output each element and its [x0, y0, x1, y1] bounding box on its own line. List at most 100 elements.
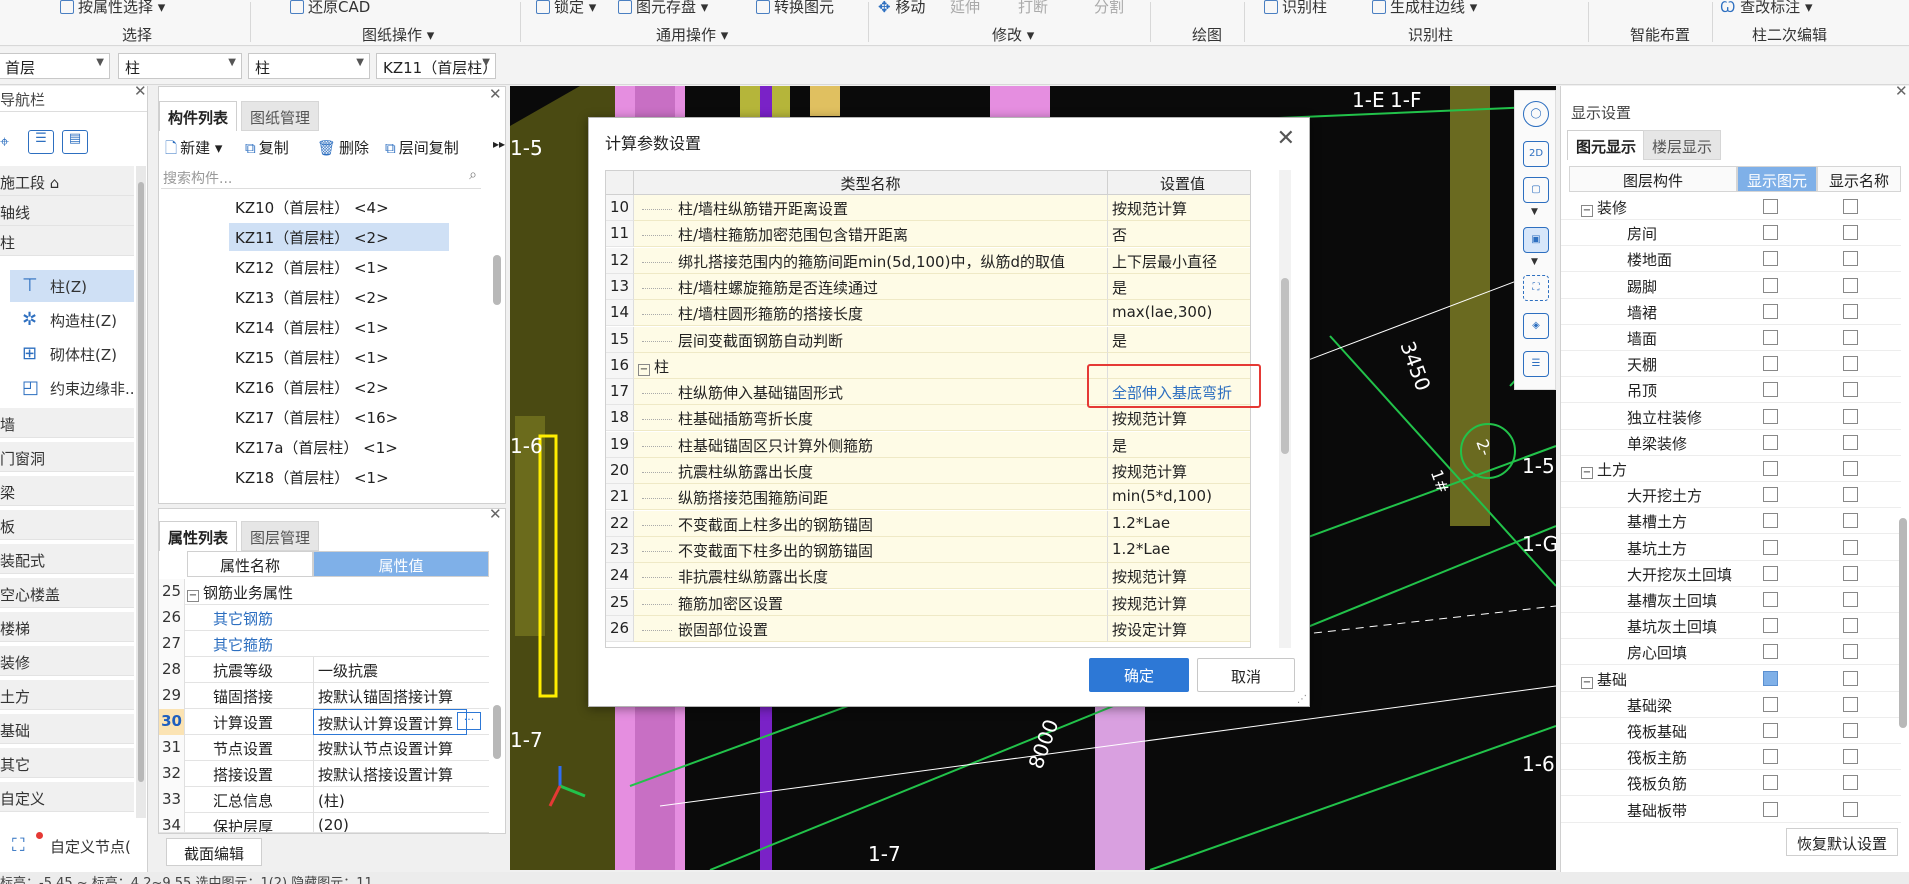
- subtype-select[interactable]: 柱 ▼: [248, 53, 370, 79]
- search-input[interactable]: 搜索构件... ⌕: [161, 165, 481, 189]
- show-name-checkbox[interactable]: [1843, 513, 1858, 529]
- ellipsis-button[interactable]: ···: [457, 712, 481, 730]
- split-button[interactable]: 分割: [1094, 0, 1124, 17]
- row-setting-value[interactable]: 上下层最小直径: [1108, 247, 1250, 274]
- nav-item-foundation[interactable]: 基础: [0, 714, 134, 744]
- show-element-checkbox[interactable]: [1763, 199, 1778, 214]
- show-name-checkbox[interactable]: [1843, 251, 1858, 267]
- tab-floor-display[interactable]: 楼层显示: [1643, 130, 1722, 160]
- row-setting-value[interactable]: 按规范计算: [1108, 405, 1250, 432]
- table-row[interactable]: 31 节点设置 按默认节点设置计算: [159, 735, 489, 761]
- list-item[interactable]: 踢脚: [1561, 273, 1901, 299]
- list-item[interactable]: 大开挖土方: [1561, 482, 1901, 509]
- show-element-checkbox[interactable]: [1763, 356, 1778, 372]
- nav-item-slab[interactable]: 板: [0, 510, 134, 540]
- list-item[interactable]: KZ17a（首层柱） <1>: [229, 433, 449, 461]
- copy-button[interactable]: ⧉ 复制: [245, 137, 289, 158]
- show-name-checkbox[interactable]: [1843, 565, 1858, 581]
- list-item[interactable]: 大开挖灰土回填: [1561, 561, 1901, 587]
- table-row[interactable]: 13 柱/墙柱螺旋箍筋是否连续通过 是: [606, 273, 1250, 300]
- fullscreen-icon[interactable]: ⛶: [1523, 275, 1549, 301]
- attribute-scrollbar-thumb[interactable]: [493, 705, 501, 759]
- component-scrollbar-thumb[interactable]: [493, 255, 501, 305]
- list-item[interactable]: 房间: [1561, 220, 1901, 247]
- list-item[interactable]: 楼地面: [1561, 246, 1901, 273]
- show-element-checkbox[interactable]: [1763, 749, 1778, 765]
- ok-button[interactable]: 确定: [1089, 658, 1189, 692]
- settings-list-icon[interactable]: ☰: [1523, 351, 1549, 377]
- show-element-checkbox[interactable]: [1763, 225, 1778, 241]
- show-name-checkbox[interactable]: [1843, 487, 1858, 503]
- table-row[interactable]: 34 保护层厚 (20): [159, 813, 489, 833]
- list-item[interactable]: − 土方: [1561, 456, 1901, 482]
- list-item[interactable]: − 基础: [1561, 666, 1901, 692]
- collapse-icon[interactable]: −: [1581, 676, 1593, 689]
- table-row[interactable]: 11 柱/墙柱箍筋加密范围包含错开距离 否: [606, 221, 1250, 248]
- list-item[interactable]: 天棚: [1561, 351, 1901, 378]
- show-element-checkbox[interactable]: [1763, 723, 1778, 738]
- show-name-checkbox[interactable]: [1843, 775, 1858, 791]
- table-row[interactable]: 24 非抗震柱纵筋露出长度 按规范计算: [606, 563, 1250, 590]
- close-icon[interactable]: ✕: [489, 505, 502, 523]
- show-element-checkbox[interactable]: [1763, 618, 1778, 634]
- close-icon[interactable]: ✕: [134, 82, 147, 100]
- list-item[interactable]: 基槽土方: [1561, 508, 1901, 535]
- show-element-checkbox[interactable]: [1763, 461, 1778, 476]
- row-setting-value[interactable]: min(5*d,100): [1108, 484, 1250, 511]
- chevron-down-icon[interactable]: ▼: [1531, 257, 1538, 267]
- collapse-icon[interactable]: −: [187, 590, 199, 602]
- show-name-checkbox[interactable]: [1843, 461, 1858, 476]
- show-name-checkbox[interactable]: [1843, 225, 1858, 241]
- show-element-checkbox[interactable]: [1763, 434, 1778, 450]
- resize-grip-icon[interactable]: ⋰: [1297, 694, 1307, 705]
- show-name-checkbox[interactable]: [1843, 199, 1858, 214]
- list-item[interactable]: 基坑灰土回填: [1561, 613, 1901, 640]
- list-item[interactable]: KZ14（首层柱） <1>: [229, 313, 449, 341]
- list-item[interactable]: 单梁装修: [1561, 430, 1901, 456]
- dialog-scrollbar-thumb[interactable]: [1281, 278, 1289, 454]
- list-item[interactable]: 筏板主筋: [1561, 744, 1901, 771]
- nav-sub-custom-node[interactable]: ⛶ 自定义节点(: [0, 830, 140, 862]
- list-item[interactable]: 筏板基础: [1561, 718, 1901, 744]
- save-element-button[interactable]: 图元存盘 ▾: [618, 0, 708, 17]
- show-name-checkbox[interactable]: [1843, 696, 1858, 712]
- nav-sub-edge-member[interactable]: ◰ 约束边缘非...: [10, 372, 134, 404]
- nav-item-construction-section[interactable]: 施工段 ⌂: [0, 166, 134, 196]
- show-name-checkbox[interactable]: [1843, 356, 1858, 372]
- list-item[interactable]: 基坑土方: [1561, 535, 1901, 561]
- table-row[interactable]: 26 其它钢筋: [159, 605, 489, 631]
- close-icon[interactable]: ✕: [489, 85, 502, 103]
- list-item[interactable]: 筏板负筋: [1561, 770, 1901, 797]
- restore-defaults-button[interactable]: 恢复默认设置: [1786, 828, 1898, 856]
- nav-item-custom[interactable]: 自定义: [0, 782, 134, 812]
- show-element-checkbox[interactable]: [1763, 592, 1778, 607]
- table-row[interactable]: 30 计算设置 按默认计算设置计算 ···: [159, 709, 489, 735]
- list-item[interactable]: 房心回填: [1561, 639, 1901, 666]
- table-row[interactable]: 14 柱/墙柱圆形箍筋的搭接长度 max(lae,300): [606, 300, 1250, 327]
- nav-item-beam[interactable]: 梁: [0, 476, 134, 506]
- show-name-checkbox[interactable]: [1843, 644, 1858, 660]
- cube-icon[interactable]: ▣: [1523, 227, 1549, 253]
- group-general-ops[interactable]: 通用操作 ▾: [656, 24, 728, 45]
- table-row[interactable]: 27 其它箍筋: [159, 631, 489, 657]
- group-modify[interactable]: 修改 ▾: [992, 24, 1034, 45]
- section-edit-button[interactable]: 截面编辑: [166, 838, 262, 866]
- show-name-checkbox[interactable]: [1843, 618, 1858, 634]
- list-item[interactable]: KZ15（首层柱） <1>: [229, 343, 449, 371]
- tab-drawing-management[interactable]: 图纸管理: [241, 101, 320, 131]
- table-row[interactable]: 21 纵筋搭接范围箍筋间距 min(5*d,100): [606, 484, 1250, 511]
- show-element-checkbox[interactable]: [1763, 251, 1778, 267]
- show-element-checkbox[interactable]: [1763, 487, 1778, 503]
- show-element-checkbox[interactable]: [1763, 670, 1778, 686]
- show-name-checkbox[interactable]: [1843, 749, 1858, 765]
- show-element-checkbox[interactable]: [1763, 801, 1778, 817]
- show-element-checkbox[interactable]: [1763, 565, 1778, 581]
- nav-sub-column-z[interactable]: ⊤ 柱(Z): [10, 270, 134, 302]
- display-icon[interactable]: ◈: [1523, 313, 1549, 339]
- table-row[interactable]: 29 锚固搭接 按默认锚固搭接计算: [159, 683, 489, 709]
- show-name-checkbox[interactable]: [1843, 408, 1858, 424]
- show-name-checkbox[interactable]: [1843, 539, 1858, 555]
- row-setting-value[interactable]: 按规范计算: [1108, 195, 1250, 221]
- floor-copy-button[interactable]: ⧉ 层间复制: [385, 137, 459, 158]
- nav-item-prefab[interactable]: 装配式: [0, 544, 134, 574]
